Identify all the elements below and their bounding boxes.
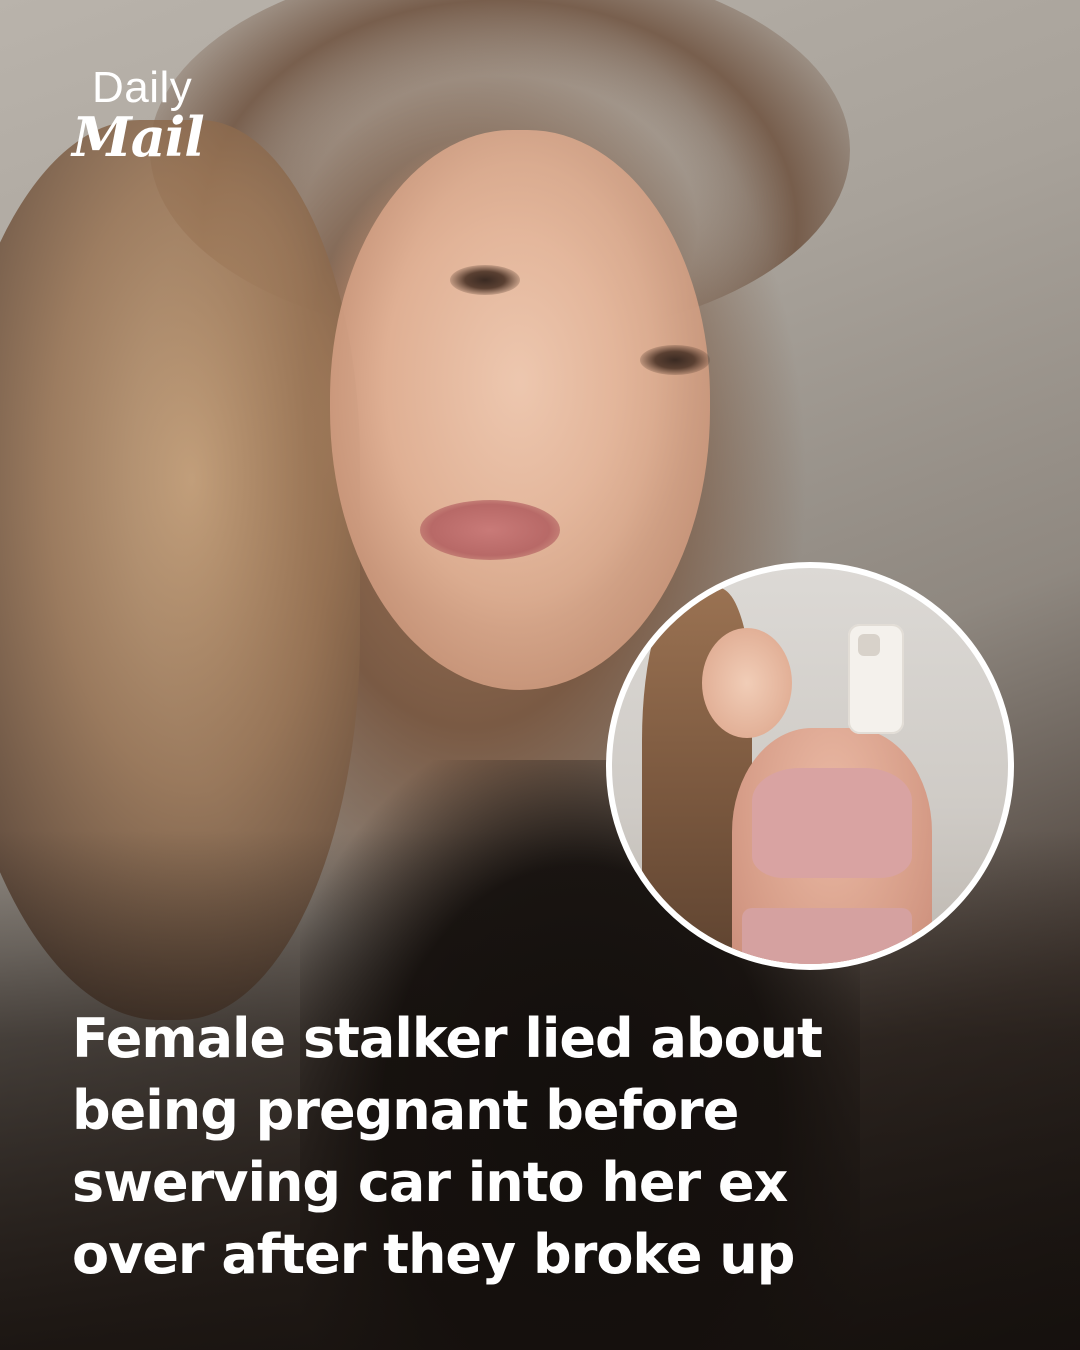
headline-line-2: being pregnant before — [72, 1079, 739, 1142]
headline-line-3: swerving car into her ex — [72, 1151, 788, 1214]
logo-daily-text: Daily — [92, 63, 193, 112]
daily-mail-logo: Daily Mail — [72, 63, 205, 169]
background-photo-lips — [420, 500, 560, 560]
inset-photo-phone — [848, 624, 904, 734]
inset-photo-circle — [606, 562, 1014, 970]
headline-line-1: Female stalker lied about — [72, 1007, 823, 1070]
background-photo-face — [330, 130, 710, 690]
background-photo-eye-left — [450, 265, 520, 295]
inset-photo-shorts — [742, 908, 912, 964]
inset-photo-top — [752, 768, 912, 878]
headline-line-4: over after they broke up — [72, 1223, 795, 1286]
logo-mail-text: Mail — [72, 105, 205, 169]
post-image: Daily Mail Female stalker lied about bei… — [0, 0, 1080, 1350]
headline: Female stalker lied about being pregnant… — [72, 1003, 972, 1291]
background-photo-eye-right — [640, 345, 710, 375]
inset-photo-face — [702, 628, 792, 738]
